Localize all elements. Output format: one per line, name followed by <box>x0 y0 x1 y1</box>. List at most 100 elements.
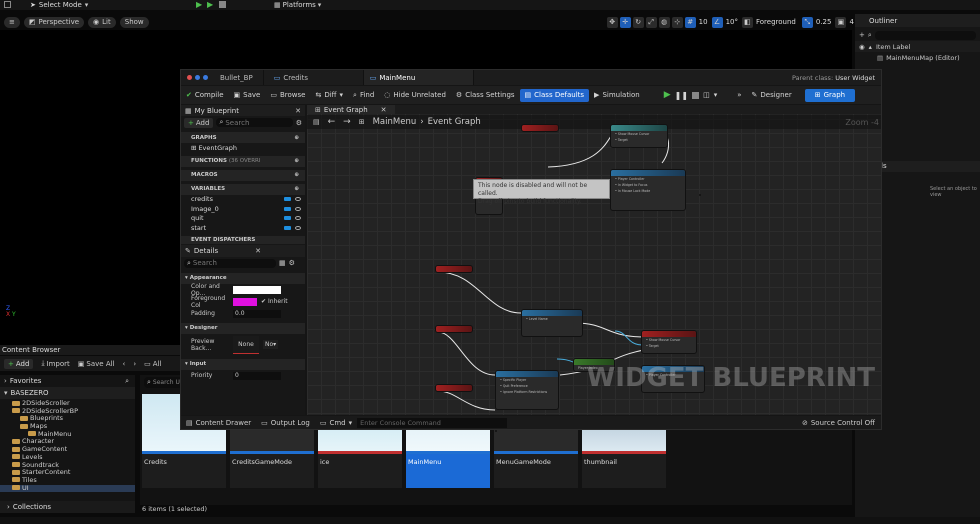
hide-unrelated-button[interactable]: ◌ Hide Unrelated <box>379 86 451 104</box>
play-icon[interactable]: ▶ <box>196 0 202 9</box>
graph-node-set[interactable]: • Show Mouse Cursor • Target <box>610 124 668 148</box>
rotate-icon[interactable]: ↻ <box>632 16 644 28</box>
viewport-menu-button[interactable]: ≡ <box>4 16 20 28</box>
search-icon[interactable]: ⌕ <box>125 377 129 386</box>
asset-search-input[interactable]: ⌕ Search U <box>144 377 184 388</box>
outliner-row[interactable]: ▤ MainMenuMap (Editor) <box>855 52 980 63</box>
scale-snap-icon[interactable]: ⤡ <box>801 16 813 28</box>
add-icon[interactable]: ⊕ <box>294 172 299 178</box>
eye-icon[interactable] <box>295 225 301 230</box>
maximize-dot-icon[interactable] <box>203 75 208 80</box>
functions-section[interactable]: FUNCTIONS (36 OVERRI ⊕ <box>181 155 305 167</box>
simulation-button[interactable]: ▶ Simulation <box>589 86 645 104</box>
event-graph-item[interactable]: ⊞ EventGraph <box>181 143 305 153</box>
show-button[interactable]: Show <box>119 16 149 28</box>
color-opacity-swatch[interactable] <box>233 285 281 294</box>
add-button[interactable]: + Add <box>184 117 214 128</box>
cmd-button[interactable]: ▭ Cmd ▾ <box>315 419 357 427</box>
source-control-button[interactable]: ⊘ Source Control Off <box>802 419 881 427</box>
gear-icon[interactable]: ⚙ <box>296 119 302 127</box>
outliner-search-input[interactable] <box>874 30 976 40</box>
tab-credits[interactable]: ▭ Credits <box>264 70 364 85</box>
camera-speed-icon[interactable]: ▣ <box>835 16 847 28</box>
path-all[interactable]: ▭ All <box>144 360 161 368</box>
play-icon[interactable]: ▶ <box>664 90 671 100</box>
add-icon[interactable]: ⊕ <box>294 135 299 141</box>
foreground-color-swatch[interactable] <box>233 297 257 306</box>
preview-dropdown[interactable]: No ▾ <box>263 340 279 349</box>
table-view-icon[interactable]: ▦ <box>279 259 286 267</box>
tab-mainmenu[interactable]: ▭ MainMenu <box>363 70 474 85</box>
favorites-header[interactable]: › Favorites ⌕ <box>0 375 135 387</box>
my-blueprint-search[interactable]: ⌕ Search <box>216 118 293 127</box>
output-log-button[interactable]: ▭ Output Log <box>256 419 315 427</box>
variable-item[interactable]: credits <box>181 195 305 205</box>
platforms-button[interactable]: ▦ Platforms ▾ <box>274 0 321 10</box>
layer-icon[interactable]: ◧ <box>741 16 753 28</box>
graph-node-quit-game[interactable]: • Specific Player • Quit Preference • Igno… <box>495 370 559 410</box>
graph-node-event[interactable] <box>521 124 559 132</box>
add-button[interactable]: + Add <box>4 358 34 369</box>
root-header[interactable]: ▾ BASEZERO <box>0 387 135 399</box>
outliner-column-header[interactable]: ◉ ▴ Item Label <box>855 41 980 52</box>
grid-snap-icon[interactable]: # <box>684 16 696 28</box>
add-icon[interactable]: + <box>859 31 865 39</box>
scale-icon[interactable]: ⤢ <box>645 16 657 28</box>
graph-node-event-quit[interactable] <box>435 325 473 333</box>
graph-button[interactable]: ⊞ Graph <box>804 88 856 102</box>
step-icon[interactable]: ▶ <box>207 0 213 9</box>
cube-icon[interactable] <box>4 1 11 8</box>
variables-section[interactable]: VARIABLES ⊕ <box>181 183 305 195</box>
diff-button[interactable]: ⇆ Diff ▾ <box>310 86 348 104</box>
tree-item[interactable]: Tiles <box>0 476 135 485</box>
details-tab[interactable]: ls <box>873 161 980 172</box>
priority-input[interactable]: 0 <box>233 371 281 380</box>
minimize-dot-icon[interactable] <box>195 75 200 80</box>
padding-input[interactable]: 0.0 <box>233 309 281 318</box>
chevron-down-icon[interactable]: ▾ <box>714 91 718 99</box>
add-icon[interactable]: ⊕ <box>294 186 299 192</box>
graph-node-open-level[interactable]: • Level Name <box>521 309 583 337</box>
expand-icon[interactable]: » <box>732 86 746 104</box>
perspective-button[interactable]: ◩ Perspective <box>23 16 85 28</box>
inherit-checkbox[interactable]: ✔ <box>261 298 266 305</box>
designer-button[interactable]: ✎ Designer <box>747 86 797 104</box>
graph-node-event-start[interactable] <box>435 265 473 273</box>
graphs-section[interactable]: GRAPHS ⊕ <box>181 132 305 143</box>
input-section[interactable]: ▾ Input <box>181 358 305 370</box>
content-drawer-button[interactable]: ▤ Content Drawer <box>181 419 256 427</box>
preview-background-value[interactable]: None <box>233 335 259 354</box>
designer-section[interactable]: ▾ Designer <box>181 322 305 334</box>
class-defaults-button[interactable]: ▤ Class Defaults <box>519 88 590 102</box>
gear-icon[interactable]: ⚙ <box>289 259 295 267</box>
event-graph-canvas[interactable]: ⊞ Event Graph ✕ ▤ ← → ⊞ MainMenu › Event… <box>307 105 881 432</box>
graph-node-set-cursor[interactable]: • Show Mouse Cursor • Target <box>641 330 697 354</box>
console-input[interactable]: Enter Console Command <box>357 417 508 428</box>
graph-node-input-mode[interactable]: • Player Controller • In Widget to Focus •… <box>610 169 686 211</box>
add-icon[interactable]: ⊕ <box>294 158 299 164</box>
world-icon[interactable]: ◍ <box>658 16 670 28</box>
stop-icon[interactable] <box>692 91 700 99</box>
tree-item[interactable]: 2DSideScrollerBP <box>0 407 135 416</box>
debug-filter-icon[interactable]: ◫ <box>703 91 710 99</box>
macros-section[interactable]: MACROS ⊕ <box>181 169 305 181</box>
close-dot-icon[interactable] <box>187 75 192 80</box>
tree-item[interactable]: Blueprints <box>0 415 135 423</box>
translate-icon[interactable]: ✛ <box>619 16 631 28</box>
close-icon[interactable]: ✕ <box>255 247 261 255</box>
stop-icon[interactable] <box>219 1 226 8</box>
back-icon[interactable]: ‹ <box>123 360 126 368</box>
browse-button[interactable]: ▭ Browse <box>265 86 310 104</box>
find-button[interactable]: ⌕ Find <box>348 86 379 104</box>
pause-icon[interactable]: ❚❚ <box>675 91 688 100</box>
tree-item[interactable]: StarterContent <box>0 468 135 477</box>
tree-item[interactable]: Character <box>0 438 135 446</box>
tree-item[interactable]: GameContent <box>0 445 135 454</box>
eye-icon[interactable] <box>295 206 301 211</box>
lit-button[interactable]: ◉ Lit <box>88 16 116 28</box>
variable-item[interactable]: quit <box>181 214 305 224</box>
save-button[interactable]: ▣ Save <box>229 86 266 104</box>
tree-item-selected[interactable]: UI <box>0 484 135 493</box>
select-mode-button[interactable]: ➤ Select Mode ▾ <box>30 0 88 10</box>
dispatchers-section[interactable]: EVENT DISPATCHERS <box>181 235 305 244</box>
